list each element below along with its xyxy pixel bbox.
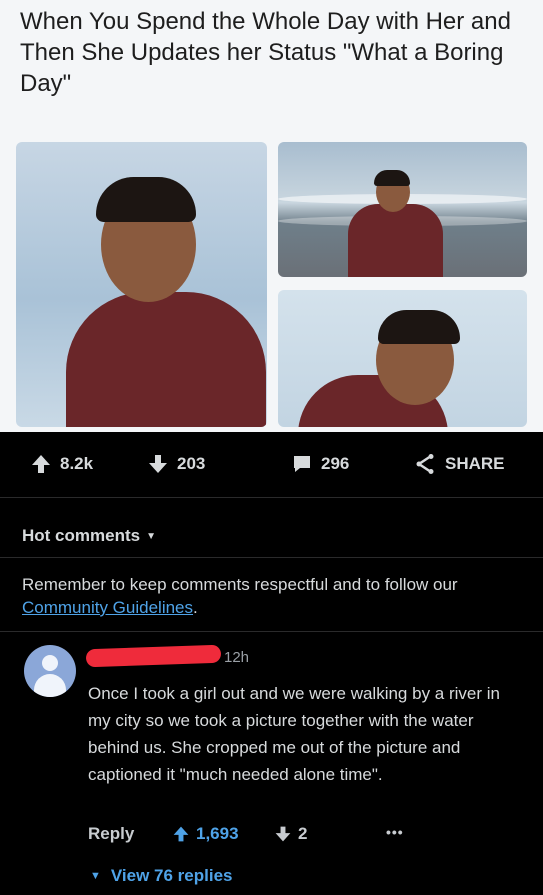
divider — [0, 631, 543, 632]
share-button[interactable]: SHARE — [413, 453, 505, 475]
caret-down-icon: ▼ — [90, 870, 101, 882]
comment-sort-dropdown[interactable]: Hot comments ▼ — [22, 526, 156, 546]
meme-caption: When You Spend the Whole Day with Her an… — [20, 8, 511, 97]
comment-time: 12h — [224, 649, 250, 666]
share-icon — [416, 454, 434, 474]
arrow-down-icon — [275, 826, 291, 842]
arrow-down-icon — [149, 455, 167, 473]
community-guidelines-link[interactable]: Community Guidelines — [22, 598, 193, 617]
comment-upvote-count: 1,693 — [196, 824, 239, 843]
comment-action-bar: Reply 1,693 2 ••• — [88, 824, 528, 852]
comment-upvote-button[interactable]: 1,693 — [172, 824, 239, 844]
caret-down-icon: ▼ — [146, 530, 156, 542]
meme-photo-closeup — [16, 142, 267, 427]
upvote-button[interactable]: 8.2k — [30, 453, 93, 475]
downvote-count: 203 — [177, 454, 206, 473]
arrow-up-icon — [32, 455, 50, 473]
more-options-icon[interactable]: ••• — [386, 824, 404, 840]
post-action-bar: 8.2k 203 296 SHARE — [0, 445, 543, 489]
comments-button[interactable]: 296 — [291, 453, 349, 475]
divider — [0, 497, 543, 498]
arrow-up-icon — [173, 826, 189, 842]
comment-downvote-button[interactable]: 2 — [274, 824, 307, 844]
downvote-button[interactable]: 203 — [147, 453, 205, 475]
comment-body: Once I took a girl out and we were walki… — [88, 684, 500, 784]
comment-downvote-count: 2 — [298, 824, 308, 843]
comment-sort-label: Hot comments — [22, 526, 141, 545]
comment-count: 296 — [321, 454, 350, 473]
view-replies-button[interactable]: ▼ View 76 replies — [90, 866, 233, 886]
meme-photo-down — [278, 290, 527, 427]
divider — [0, 557, 543, 558]
share-label: SHARE — [445, 454, 505, 473]
upvote-count: 8.2k — [60, 454, 94, 473]
comment-icon — [294, 456, 310, 472]
notice-suffix: . — [193, 598, 198, 617]
view-replies-label: View 76 replies — [110, 866, 233, 885]
redacted-username — [85, 644, 222, 668]
guidelines-notice: Remember to keep comments respectful and… — [22, 573, 522, 619]
meme-photo-sea — [278, 142, 527, 277]
meme-image[interactable]: When You Spend the Whole Day with Her an… — [0, 0, 543, 432]
avatar[interactable] — [24, 645, 76, 697]
notice-text: Remember to keep comments respectful and… — [22, 575, 458, 594]
reply-button[interactable]: Reply — [88, 824, 134, 844]
